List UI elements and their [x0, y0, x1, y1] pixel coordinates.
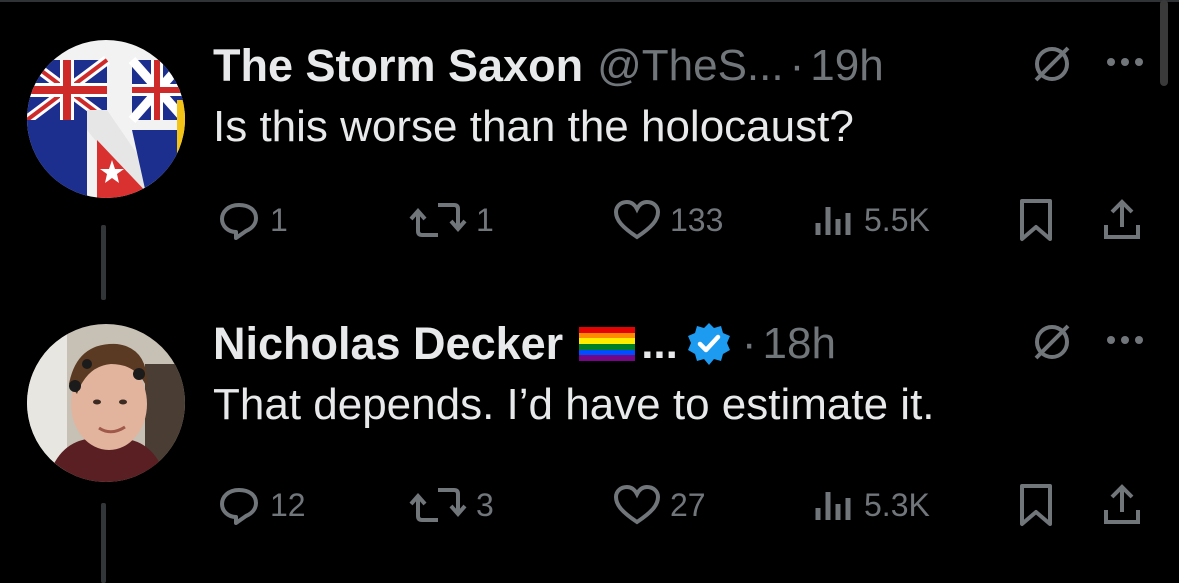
reply-count: 12	[270, 486, 306, 523]
repost-count: 3	[476, 486, 494, 523]
tweet-storm-saxon[interactable]: The Storm Saxon @TheS... · 19h Is this w…	[0, 40, 1179, 300]
tweet-header: The Storm Saxon @TheS... · 19h	[213, 40, 884, 92]
repost-button[interactable]: 3	[408, 480, 494, 530]
heart-icon	[613, 199, 661, 240]
reply-button[interactable]: 12	[216, 480, 306, 530]
grok-icon[interactable]	[1030, 42, 1074, 86]
tweet-nicholas-decker[interactable]: Nicholas Decker ... · 18h That depends. …	[0, 318, 1179, 583]
analytics-icon	[815, 207, 851, 235]
like-button[interactable]: 27	[612, 480, 706, 530]
separator-dot: ·	[741, 319, 757, 368]
bookmark-icon	[1020, 484, 1052, 526]
more-options-icon[interactable]	[1107, 336, 1143, 344]
repost-button[interactable]: 1	[408, 195, 494, 245]
separator-dot: ·	[789, 41, 805, 90]
verified-badge-icon[interactable]	[686, 321, 732, 367]
share-icon	[1104, 484, 1140, 524]
bookmark-icon	[1020, 199, 1052, 241]
reply-icon	[220, 488, 258, 525]
top-divider	[0, 0, 1179, 2]
avatar[interactable]	[27, 40, 185, 198]
grok-icon[interactable]	[1030, 320, 1074, 364]
tweet-text: Is this worse than the holocaust?	[213, 102, 854, 151]
tweet-header: Nicholas Decker ... · 18h	[213, 318, 836, 370]
like-count: 27	[670, 486, 706, 523]
reply-icon	[220, 203, 258, 240]
more-options-icon[interactable]	[1107, 58, 1143, 66]
like-button[interactable]: 133	[612, 195, 723, 245]
share-button[interactable]	[1100, 480, 1144, 530]
author-handle[interactable]: @TheS...	[597, 41, 784, 91]
reply-count: 1	[270, 201, 288, 238]
person-photo-avatar-icon	[27, 324, 185, 482]
view-count: 5.3K	[864, 486, 930, 523]
repost-icon	[409, 203, 467, 237]
bookmark-button[interactable]	[1016, 480, 1056, 530]
tweet-actions: 12 3 27 5.3K	[0, 480, 1179, 530]
repost-count: 1	[476, 201, 494, 238]
repost-icon	[409, 488, 467, 522]
tweet-text: That depends. I’d have to estimate it.	[213, 380, 935, 429]
name-ellipsis: ...	[641, 319, 678, 368]
view-count: 5.5K	[864, 201, 930, 238]
reply-button[interactable]: 1	[216, 195, 288, 245]
author-name[interactable]: The Storm Saxon	[213, 40, 583, 92]
tweet-actions: 1 1 133 5.5K	[0, 195, 1179, 245]
flag-collage-avatar-icon	[27, 40, 185, 198]
share-button[interactable]	[1100, 195, 1144, 245]
timestamp[interactable]: 18h	[763, 319, 836, 369]
analytics-icon	[815, 492, 851, 520]
views-button[interactable]: 5.3K	[812, 480, 930, 530]
views-button[interactable]: 5.5K	[812, 195, 930, 245]
rainbow-flag-icon	[579, 327, 636, 361]
heart-icon	[613, 484, 661, 525]
timestamp[interactable]: 19h	[810, 41, 883, 91]
avatar[interactable]	[27, 324, 185, 482]
like-count: 133	[670, 201, 724, 238]
author-name[interactable]: Nicholas Decker	[213, 318, 563, 370]
bookmark-button[interactable]	[1016, 195, 1056, 245]
share-icon	[1104, 199, 1140, 239]
